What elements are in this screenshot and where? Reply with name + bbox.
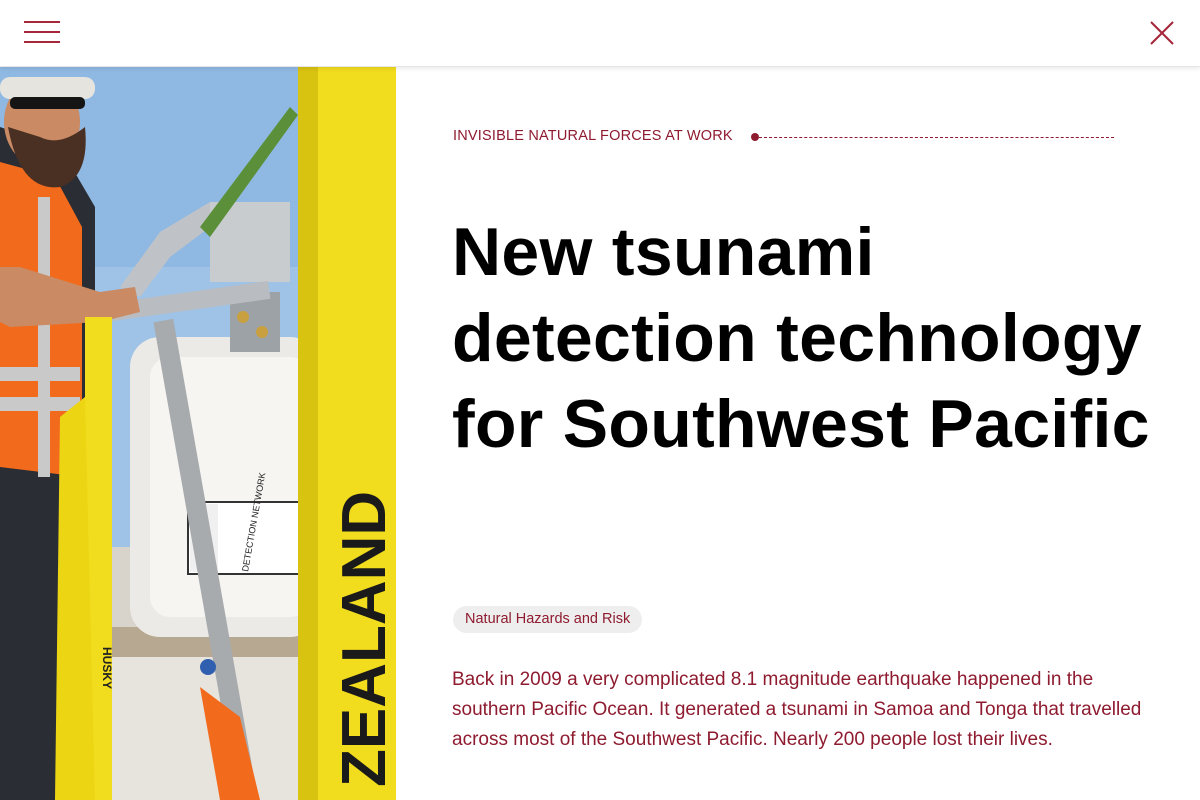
top-bar [0, 0, 1200, 67]
article-title: New tsunami detection technology for Sou… [452, 214, 1150, 462]
hamburger-menu-icon[interactable] [24, 18, 62, 48]
eyebrow-divider [751, 131, 1116, 143]
divider-dot-icon [751, 133, 759, 141]
hero-photo: DETECTION NETWORK ZEALAND HUSKY [0, 67, 396, 800]
strap-text: HUSKY [100, 647, 114, 689]
buoy-text: ZEALAND [330, 491, 396, 787]
close-icon[interactable] [1148, 19, 1176, 47]
category-tag[interactable]: Natural Hazards and Risk [453, 606, 643, 633]
article-eyebrow: INVISIBLE NATURAL FORCES AT WORK [453, 128, 733, 144]
article-panel: INVISIBLE NATURAL FORCES AT WORK New tsu… [396, 67, 1200, 800]
article-intro: Back in 2009 a very complicated 8.1 magn… [452, 669, 1142, 750]
